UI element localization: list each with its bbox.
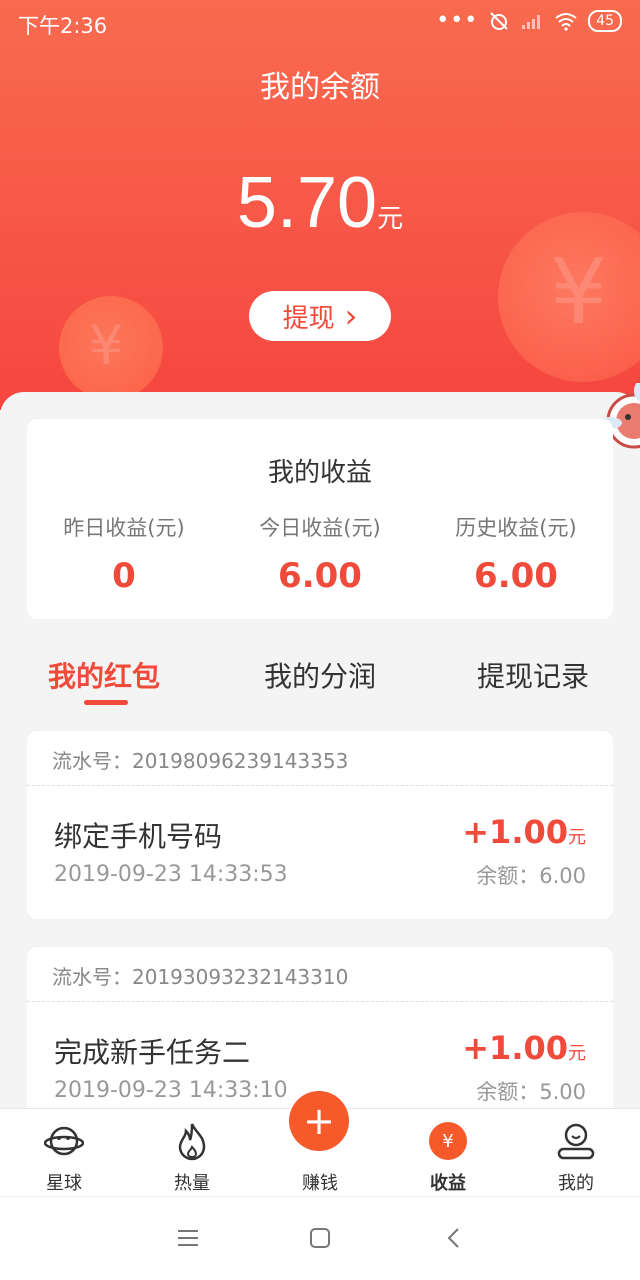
more-dots-icon: ••• — [436, 8, 479, 33]
balance-amount: 5.70 — [236, 163, 378, 243]
balance-display: 5.70元 — [0, 162, 640, 244]
record-tabs: 我的红包 我的分润 提现记录 — [0, 655, 640, 705]
back-icon[interactable] — [434, 1223, 474, 1253]
withdraw-label: 提现 — [282, 303, 335, 334]
yen-coin-icon: ¥ — [429, 1122, 467, 1160]
earnings-label: 历史收益(元) — [455, 516, 577, 540]
status-time: 下午2:36 — [18, 14, 108, 38]
tab-profit-share[interactable]: 我的分润 — [264, 655, 376, 695]
nav-label: 我的 — [558, 1173, 594, 1194]
planet-icon — [14, 1119, 114, 1163]
record-amount-unit: 元 — [568, 1043, 586, 1064]
page-title: 我的余额 — [260, 70, 380, 105]
nav-item-profile[interactable]: 我的 — [526, 1119, 626, 1195]
earnings-history: 历史收益(元) 6.00 — [416, 512, 616, 596]
alarm-off-icon — [488, 11, 510, 31]
system-nav-bar — [0, 1196, 640, 1280]
record-divider — [27, 785, 613, 786]
status-icons: ••• 45 — [436, 10, 622, 32]
record-amount-value: +1.00 — [462, 813, 568, 851]
profile-icon — [526, 1119, 626, 1163]
plus-icon[interactable]: + — [289, 1091, 349, 1151]
record-amount-value: +1.00 — [462, 1029, 568, 1067]
record-title: 完成新手任务二 — [54, 1036, 251, 1069]
nav-label: 赚钱 — [302, 1173, 338, 1194]
earnings-yesterday: 昨日收益(元) 0 — [24, 512, 224, 596]
record-amount: +1.00元 — [462, 813, 586, 851]
signal-icon — [520, 11, 544, 31]
earnings-title: 我的收益 — [267, 458, 372, 488]
nav-item-heat[interactable]: 热量 — [142, 1119, 242, 1195]
record-amount-unit: 元 — [568, 827, 586, 848]
record-serial: 流水号：20198096239143353 — [52, 749, 349, 773]
record-serial: 流水号：20193093232143310 — [52, 965, 349, 989]
nav-label: 星球 — [46, 1173, 82, 1194]
decorative-coin-icon — [59, 296, 163, 400]
record-divider — [27, 1001, 613, 1002]
nav-item-planet[interactable]: 星球 — [14, 1119, 114, 1195]
record-amount: +1.00元 — [462, 1029, 586, 1067]
balance-header: 下午2:36 ••• 45 我的余额 5.70元 提现 › — [0, 0, 640, 410]
tab-withdraw-records[interactable]: 提现记录 — [477, 655, 589, 695]
earnings-value: 6.00 — [474, 556, 558, 596]
home-icon[interactable] — [300, 1223, 340, 1253]
earnings-value: 0 — [112, 556, 136, 596]
status-bar: 下午2:36 ••• 45 — [0, 0, 640, 46]
earnings-value: 6.00 — [278, 556, 362, 596]
flame-icon — [142, 1119, 242, 1163]
battery-icon: 45 — [588, 10, 622, 32]
earnings-today: 今日收益(元) 6.00 — [220, 512, 420, 596]
earnings-label: 今日收益(元) — [259, 516, 381, 540]
record-time: 2019-09-23 14:33:53 — [54, 862, 288, 887]
record-title: 绑定手机号码 — [54, 820, 223, 853]
wifi-icon — [554, 11, 578, 31]
tab-red-packets[interactable]: 我的红包 — [48, 655, 160, 695]
menu-icon[interactable] — [168, 1223, 208, 1253]
tab-active-indicator — [84, 700, 128, 705]
withdraw-button[interactable]: 提现 › — [249, 291, 391, 341]
earnings-label: 昨日收益(元) — [63, 516, 185, 540]
balance-unit: 元 — [377, 204, 404, 234]
record-time: 2019-09-23 14:33:10 — [54, 1078, 288, 1103]
record-balance: 余额：6.00 — [476, 864, 586, 888]
nav-item-income[interactable]: ¥ 收益 — [398, 1119, 498, 1195]
nav-label: 收益 — [430, 1173, 466, 1194]
chevron-right-icon: › — [344, 297, 358, 335]
nav-label: 热量 — [174, 1173, 210, 1194]
record-balance: 余额：5.00 — [476, 1080, 586, 1104]
